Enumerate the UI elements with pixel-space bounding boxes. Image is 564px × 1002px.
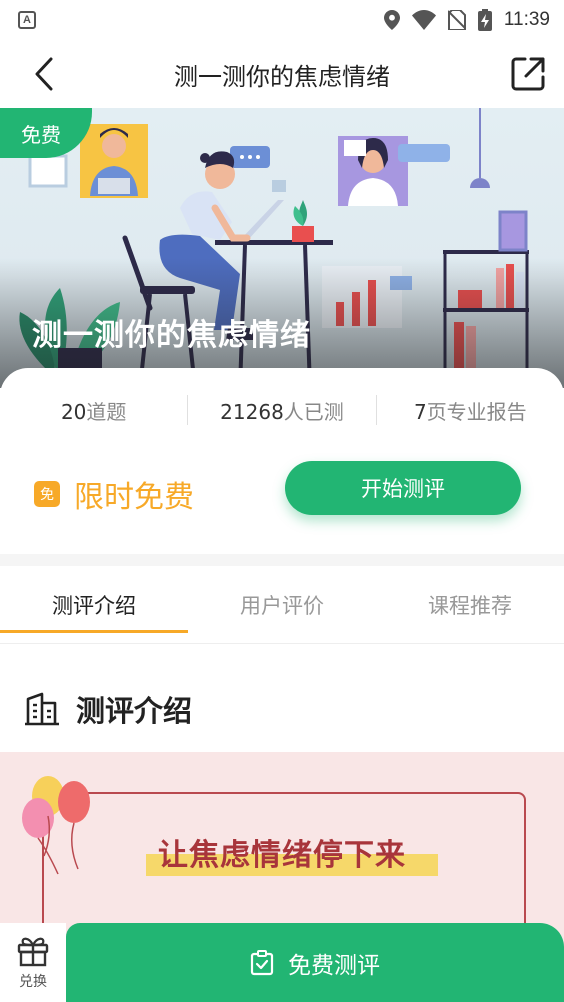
tab-intro[interactable]: 测评介绍	[0, 566, 188, 643]
stat-report-pages: 7页专业报告	[413, 399, 527, 424]
section-title: 测评介绍	[76, 694, 193, 728]
stats-row: 20道题 21268人已测 7页专业报告	[0, 392, 564, 428]
poster-headline: 让焦虑情绪停下来	[158, 838, 406, 873]
banner-title: 测一测你的焦虑情绪	[32, 318, 311, 353]
gift-icon	[17, 937, 49, 966]
info-card: 20道题 21268人已测 7页专业报告 免 限时免费 开始测评	[0, 368, 564, 554]
section-gap	[0, 554, 564, 566]
tab-courses[interactable]: 课程推荐	[376, 566, 564, 643]
free-badge-icon: 免	[34, 481, 60, 507]
tab-reviews[interactable]: 用户评价	[188, 566, 376, 643]
clipboard-check-icon	[250, 949, 274, 975]
a-icon: A	[18, 11, 36, 29]
banner: 免费 测一测你的焦虑情绪	[0, 108, 564, 388]
back-button[interactable]	[24, 54, 64, 94]
location-icon	[383, 10, 400, 30]
limited-free-label: 免 限时免费	[34, 472, 194, 516]
page-title: 测一测你的焦虑情绪	[174, 62, 390, 91]
free-test-label: 免费测评	[288, 952, 380, 979]
section-heading: 测评介绍	[24, 688, 192, 730]
wifi-icon	[411, 10, 436, 30]
tab-bar: 测评介绍 用户评价 课程推荐	[0, 566, 564, 644]
share-external-icon	[511, 57, 545, 91]
no-sim-icon	[447, 10, 466, 30]
start-test-button[interactable]: 开始测评	[285, 461, 521, 515]
status-icons: 11:39	[383, 9, 550, 31]
nav-bar: 测一测你的焦虑情绪	[0, 40, 564, 108]
stat-questions: 20道题	[60, 399, 127, 424]
chevron-left-icon	[35, 57, 53, 91]
building-icon	[25, 692, 59, 726]
limited-free-text: 限时免费	[74, 480, 194, 515]
exchange-button[interactable]: 兑换	[0, 923, 66, 1002]
clock: 11:39	[503, 9, 550, 30]
share-button[interactable]	[506, 52, 550, 96]
status-bar: A 11:39	[0, 0, 564, 40]
battery-charging-icon	[477, 9, 492, 31]
exchange-label: 兑换	[19, 973, 47, 990]
bottom-bar: 兑换 免费测评	[0, 923, 564, 1002]
stat-participants: 21268人已测	[220, 399, 344, 424]
free-test-button[interactable]: 免费测评	[66, 923, 564, 1002]
